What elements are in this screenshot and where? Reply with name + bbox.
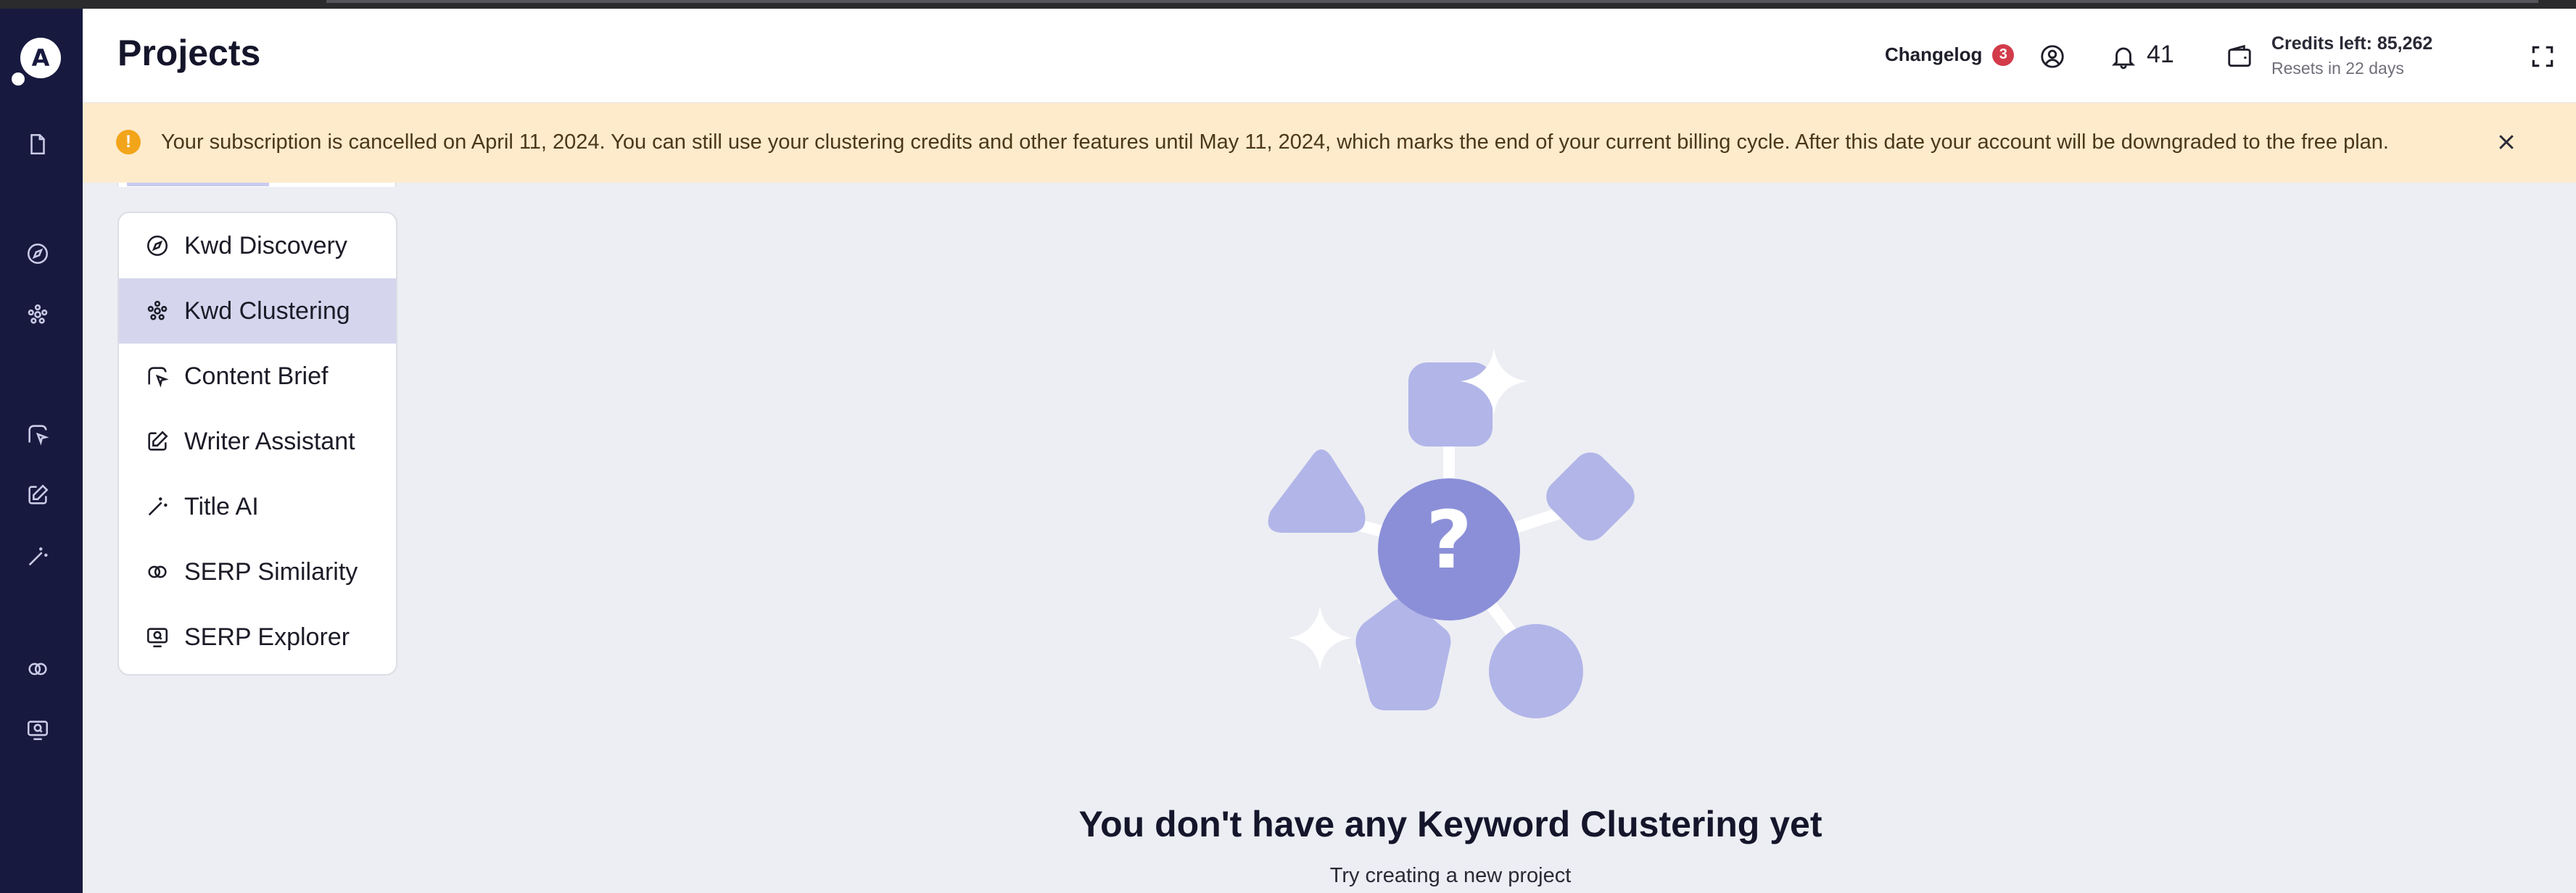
browser-tab-strip xyxy=(326,0,2538,3)
brief-icon xyxy=(148,367,169,388)
bell-icon[interactable] xyxy=(2108,41,2139,72)
menu-item-label: Kwd Discovery xyxy=(184,231,347,259)
question-mark-icon: ? xyxy=(1426,494,1472,586)
edit-icon xyxy=(148,431,168,451)
menu-item-kwd-clustering[interactable]: Kwd Clustering xyxy=(119,278,396,344)
link-rings-icon[interactable] xyxy=(24,655,51,683)
diamond-shape xyxy=(1546,452,1635,541)
menu-item-label: Writer Assistant xyxy=(184,427,355,455)
documents-icon[interactable] xyxy=(24,130,51,158)
compass-icon xyxy=(146,235,168,257)
user-profile-icon[interactable] xyxy=(2036,41,2068,72)
changelog-label: Changelog xyxy=(1885,43,1983,65)
credits-info: Credits left: 85,262 Resets in 22 days xyxy=(2271,33,2432,78)
magic-wand-icon xyxy=(148,497,168,516)
menu-item-title-ai[interactable]: Title AI xyxy=(119,474,396,539)
browser-top-strip xyxy=(0,0,2576,9)
sparkle-bottom-icon xyxy=(1288,606,1352,670)
menu-item-writer-assistant[interactable]: Writer Assistant xyxy=(119,409,396,474)
menu-item-label: SERP Similarity xyxy=(184,557,358,586)
monitor-search-icon[interactable] xyxy=(24,716,51,744)
credits-left: Credits left: 85,262 xyxy=(2271,33,2433,54)
compass-icon[interactable] xyxy=(24,240,51,267)
app-logo[interactable]: A xyxy=(20,38,61,78)
magic-wand-icon[interactable] xyxy=(24,543,51,570)
menu-item-content-brief[interactable]: Content Brief xyxy=(119,344,396,409)
menu-item-label: Content Brief xyxy=(184,362,329,390)
monitor-search-icon xyxy=(146,628,168,648)
logo-status-dot xyxy=(12,72,25,86)
menu-item-kwd-discovery[interactable]: Kwd Discovery xyxy=(119,213,396,278)
circle-shape xyxy=(1489,624,1583,718)
menu-item-label: Kwd Clustering xyxy=(184,296,350,325)
triangle-shape xyxy=(1268,449,1366,533)
wallet-icon[interactable] xyxy=(2224,41,2255,72)
empty-state-subtitle: Try creating a new project xyxy=(1329,864,1572,887)
page-title: Projects xyxy=(117,33,261,73)
menu-item-label: Title AI xyxy=(184,492,259,520)
app-sidebar: A xyxy=(0,9,83,893)
close-icon[interactable] xyxy=(2492,128,2521,157)
banner-message: Your subscription is cancelled on April … xyxy=(161,130,2389,154)
link-rings-icon xyxy=(148,565,167,578)
empty-state-title: You don't have any Keyword Clustering ye… xyxy=(1078,804,1822,844)
subscription-banner: ! Your subscription is cancelled on Apri… xyxy=(83,103,2576,183)
cluster-icon[interactable] xyxy=(24,301,51,328)
tab-bar-remnant xyxy=(117,183,396,187)
credits-reset: Resets in 22 days xyxy=(2271,59,2404,78)
changelog-badge: 3 xyxy=(1992,43,2015,66)
tool-menu: Kwd Discovery Kwd Clustering Content Bri… xyxy=(117,212,397,676)
brief-icon[interactable] xyxy=(24,420,51,448)
logo-glyph: A xyxy=(31,44,50,72)
active-tab-indicator xyxy=(127,183,269,186)
menu-item-serp-explorer[interactable]: SERP Explorer xyxy=(119,605,396,670)
cluster-icon xyxy=(147,300,168,320)
menu-item-label: SERP Explorer xyxy=(184,623,350,651)
edit-icon[interactable] xyxy=(24,481,51,509)
notification-count[interactable]: 41 xyxy=(2147,41,2174,69)
fullscreen-icon[interactable] xyxy=(2527,41,2559,72)
top-header: Projects Changelog 3 41 Credits left: 85… xyxy=(83,9,2576,103)
menu-item-serp-similarity[interactable]: SERP Similarity xyxy=(119,539,396,605)
changelog-button[interactable]: Changelog 3 xyxy=(1885,43,2015,66)
warning-icon: ! xyxy=(116,130,141,154)
